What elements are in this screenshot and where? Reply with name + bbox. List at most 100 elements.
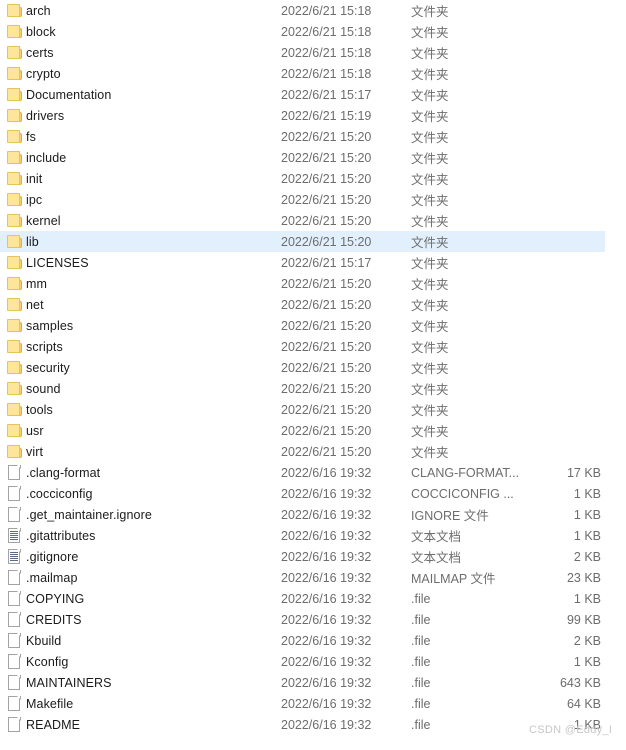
file-list-row[interactable]: .get_maintainer.ignore 2022/6/16 19:32 IGN… [0, 504, 626, 525]
row-name[interactable]: .cocciconfig [26, 487, 281, 501]
file-list-row[interactable]: MAINTAINERS 2022/6/16 19:32 .file 643 KB [0, 672, 626, 693]
file-list-row[interactable]: mm 2022/6/21 15:20 文件夹 [0, 273, 626, 294]
file-list-row[interactable]: arch 2022/6/21 15:18 文件夹 [0, 0, 626, 21]
row-name[interactable]: lib [26, 235, 281, 249]
file-icon [7, 654, 23, 669]
file-list-row[interactable]: init 2022/6/21 15:20 文件夹 [0, 168, 626, 189]
row-date-modified: 2022/6/21 15:20 [281, 444, 372, 459]
row-type: .file [411, 717, 431, 732]
folder-icon [7, 192, 23, 207]
file-list-row[interactable]: Kbuild 2022/6/16 19:32 .file 2 KB [0, 630, 626, 651]
row-name[interactable]: Documentation [26, 88, 281, 102]
row-name[interactable]: samples [26, 319, 281, 333]
file-list-row[interactable]: Makefile 2022/6/16 19:32 .file 64 KB [0, 693, 626, 714]
file-list-row[interactable]: usr 2022/6/21 15:20 文件夹 [0, 420, 626, 441]
file-list-row[interactable]: .mailmap 2022/6/16 19:32 MAILMAP 文件 23 KB [0, 567, 626, 588]
row-type: 文件夹 [411, 5, 449, 19]
row-name[interactable]: COPYING [26, 592, 281, 606]
row-date-modified: 2022/6/16 19:32 [281, 675, 372, 690]
file-list-row[interactable]: drivers 2022/6/21 15:19 文件夹 [0, 105, 626, 126]
file-list-row[interactable]: CREDITS 2022/6/16 19:32 .file 99 KB [0, 609, 626, 630]
row-name[interactable]: .get_maintainer.ignore [26, 508, 281, 522]
row-name[interactable]: kernel [26, 214, 281, 228]
file-list-row[interactable]: virt 2022/6/21 15:20 文件夹 [0, 441, 626, 462]
row-date-modified: 2022/6/21 15:20 [281, 318, 372, 333]
row-name[interactable]: security [26, 361, 281, 375]
file-list-row[interactable]: COPYING 2022/6/16 19:32 .file 1 KB [0, 588, 626, 609]
file-list-row[interactable]: tools 2022/6/21 15:20 文件夹 [0, 399, 626, 420]
text-document-icon [7, 528, 23, 543]
row-type: 文件夹 [411, 26, 449, 40]
file-list-row[interactable]: Kconfig 2022/6/16 19:32 .file 1 KB [0, 651, 626, 672]
row-type: 文件夹 [411, 257, 449, 271]
file-list-row[interactable]: samples 2022/6/21 15:20 文件夹 [0, 315, 626, 336]
file-list-row[interactable]: lib 2022/6/21 15:20 文件夹 [0, 231, 605, 252]
row-name[interactable]: sound [26, 382, 281, 396]
row-icon-cell [0, 339, 26, 354]
row-size: 643 KB [559, 675, 601, 690]
row-name[interactable]: .gitignore [26, 550, 281, 564]
row-name[interactable]: Kbuild [26, 634, 281, 648]
row-date-modified: 2022/6/21 15:20 [281, 276, 372, 291]
row-name[interactable]: mm [26, 277, 281, 291]
file-list-row[interactable]: .gitignore 2022/6/16 19:32 文本文档 2 KB [0, 546, 626, 567]
folder-icon [7, 234, 23, 249]
row-name[interactable]: fs [26, 130, 281, 144]
file-list-row[interactable]: scripts 2022/6/21 15:20 文件夹 [0, 336, 626, 357]
row-name[interactable]: crypto [26, 67, 281, 81]
row-name[interactable]: virt [26, 445, 281, 459]
file-icon [7, 675, 23, 690]
row-date-modified: 2022/6/21 15:18 [281, 24, 372, 39]
file-list-row[interactable]: sound 2022/6/21 15:20 文件夹 [0, 378, 626, 399]
file-list-row[interactable]: README 2022/6/16 19:32 .file 1 KB [0, 714, 626, 735]
row-name[interactable]: MAINTAINERS [26, 676, 281, 690]
row-date-modified: 2022/6/21 15:20 [281, 213, 372, 228]
file-list-row[interactable]: net 2022/6/21 15:20 文件夹 [0, 294, 626, 315]
file-list-row[interactable]: Documentation 2022/6/21 15:17 文件夹 [0, 84, 626, 105]
row-name[interactable]: .clang-format [26, 466, 281, 480]
file-list-row[interactable]: ipc 2022/6/21 15:20 文件夹 [0, 189, 626, 210]
file-list-row[interactable]: kernel 2022/6/21 15:20 文件夹 [0, 210, 626, 231]
row-name[interactable]: tools [26, 403, 281, 417]
folder-icon [7, 171, 23, 186]
row-name[interactable]: usr [26, 424, 281, 438]
row-name[interactable]: drivers [26, 109, 281, 123]
row-name[interactable]: init [26, 172, 281, 186]
row-name[interactable]: net [26, 298, 281, 312]
row-icon-cell [0, 129, 26, 144]
file-list-row[interactable]: security 2022/6/21 15:20 文件夹 [0, 357, 626, 378]
file-list-row[interactable]: .gitattributes 2022/6/16 19:32 文本文档 1 KB [0, 525, 626, 546]
row-date-modified: 2022/6/16 19:32 [281, 591, 372, 606]
row-name[interactable]: LICENSES [26, 256, 281, 270]
row-name[interactable]: block [26, 25, 281, 39]
row-type: 文件夹 [411, 383, 449, 397]
row-name[interactable]: Kconfig [26, 655, 281, 669]
file-list-row[interactable]: include 2022/6/21 15:20 文件夹 [0, 147, 626, 168]
row-name[interactable]: scripts [26, 340, 281, 354]
file-list[interactable]: arch 2022/6/21 15:18 文件夹 block 2022/6/21 15:… [0, 0, 626, 735]
row-type: 文件夹 [411, 152, 449, 166]
file-list-row[interactable]: .clang-format 2022/6/16 19:32 CLANG-FORMAT… [0, 462, 626, 483]
file-list-row[interactable]: certs 2022/6/21 15:18 文件夹 [0, 42, 626, 63]
row-name[interactable]: CREDITS [26, 613, 281, 627]
file-list-row[interactable]: LICENSES 2022/6/21 15:17 文件夹 [0, 252, 626, 273]
row-name[interactable]: README [26, 718, 281, 732]
row-type: 文件夹 [411, 278, 449, 292]
row-icon-cell [0, 486, 26, 501]
row-name[interactable]: include [26, 151, 281, 165]
row-name[interactable]: certs [26, 46, 281, 60]
row-name[interactable]: Makefile [26, 697, 281, 711]
row-type: 文件夹 [411, 341, 449, 355]
row-icon-cell [0, 381, 26, 396]
row-name[interactable]: ipc [26, 193, 281, 207]
row-name[interactable]: .mailmap [26, 571, 281, 585]
row-name[interactable]: arch [26, 4, 281, 18]
file-list-row[interactable]: block 2022/6/21 15:18 文件夹 [0, 21, 626, 42]
file-list-row[interactable]: fs 2022/6/21 15:20 文件夹 [0, 126, 626, 147]
row-type: 文件夹 [411, 194, 449, 208]
row-name[interactable]: .gitattributes [26, 529, 281, 543]
file-list-row[interactable]: crypto 2022/6/21 15:18 文件夹 [0, 63, 626, 84]
file-list-row[interactable]: .cocciconfig 2022/6/16 19:32 COCCICONFIG .… [0, 483, 626, 504]
row-date-modified: 2022/6/16 19:32 [281, 696, 372, 711]
row-type: .file [411, 696, 431, 711]
